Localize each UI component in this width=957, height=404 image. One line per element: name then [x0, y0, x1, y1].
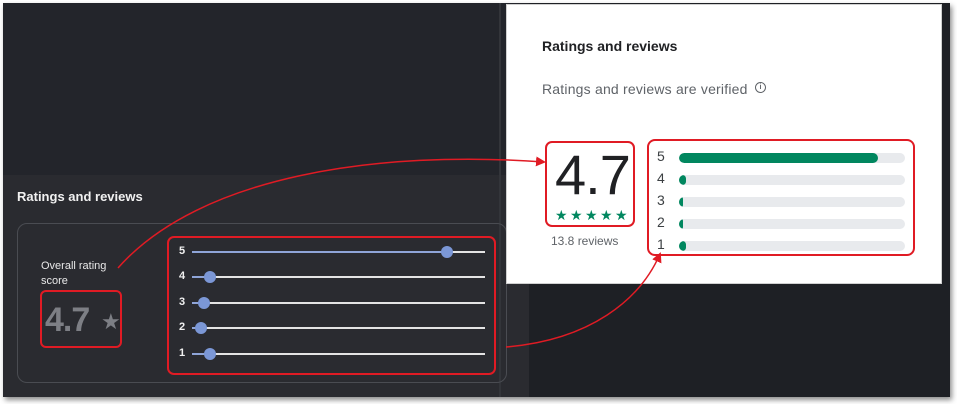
overall-rating-label: Overall rating score [41, 260, 107, 287]
rating-bar-row: 1 [649, 235, 913, 255]
rating-bar-row: 3 [649, 191, 913, 211]
slider-fill [192, 251, 447, 253]
dark-section-title: Ratings and reviews [17, 189, 143, 204]
slider-thumb[interactable] [197, 297, 210, 309]
slider-track[interactable] [192, 348, 485, 360]
reviews-count: 13.8 reviews [551, 234, 619, 248]
slider-thumb[interactable] [203, 348, 216, 360]
slider-row[interactable]: 5 [169, 244, 494, 260]
bar-label: 1 [657, 236, 665, 252]
dark-top-area [3, 3, 529, 175]
slider-track[interactable] [192, 246, 485, 258]
slider-track[interactable] [192, 297, 485, 309]
slider-track[interactable] [192, 271, 485, 283]
bar-fill [679, 219, 683, 229]
star-icon: ★ [101, 309, 121, 334]
dark-score-highlight: 4.7 ★ [40, 290, 122, 348]
light-ratings-card: Ratings and reviews Ratings and reviews … [506, 4, 942, 284]
slider-row[interactable]: 4 [169, 269, 494, 285]
bar-track [679, 175, 905, 185]
slider-thumb[interactable] [440, 246, 453, 258]
slider-label: 5 [179, 245, 186, 257]
slider-row[interactable]: 2 [169, 320, 494, 336]
verified-text: Ratings and reviews are verified [542, 81, 748, 97]
dark-score-value: 4.7 [45, 301, 90, 339]
light-score-highlight: 4.7 ★ ★ ★ ★ ★ ★ [545, 141, 635, 227]
bar-fill [679, 175, 686, 185]
light-section-title: Ratings and reviews [542, 38, 678, 54]
bar-track [679, 219, 905, 229]
slider-label: 3 [179, 296, 186, 308]
bar-label: 4 [657, 170, 665, 186]
bar-fill [679, 153, 878, 163]
slider-thumb[interactable] [203, 271, 216, 283]
rating-bar-row: 2 [649, 213, 913, 233]
slider-label: 1 [179, 347, 186, 359]
slider-track[interactable] [192, 322, 485, 334]
bar-label: 3 [657, 192, 665, 208]
slider-label: 4 [179, 270, 186, 282]
rating-bar-row: 4 [649, 169, 913, 189]
bar-label: 5 [657, 148, 665, 164]
slider-row[interactable]: 3 [169, 295, 494, 311]
rating-bar-row: 5 [649, 147, 913, 167]
stars-rating-icon: ★ ★ ★ ★ ★ ★ [555, 207, 628, 223]
bar-fill [679, 197, 683, 207]
slider-row[interactable]: 1 [169, 346, 494, 362]
light-score-value: 4.7 [555, 143, 631, 206]
dark-sliders-highlight: 5 4 3 2 1 [167, 236, 496, 375]
bar-track [679, 241, 905, 251]
slider-thumb[interactable] [194, 322, 207, 334]
bar-track [679, 153, 905, 163]
bar-label: 2 [657, 214, 665, 230]
bar-track [679, 197, 905, 207]
bar-fill [679, 241, 686, 251]
slider-label: 2 [179, 321, 186, 333]
light-bars-highlight: 5 4 3 2 1 [647, 139, 915, 256]
info-icon[interactable]: i [755, 82, 766, 93]
